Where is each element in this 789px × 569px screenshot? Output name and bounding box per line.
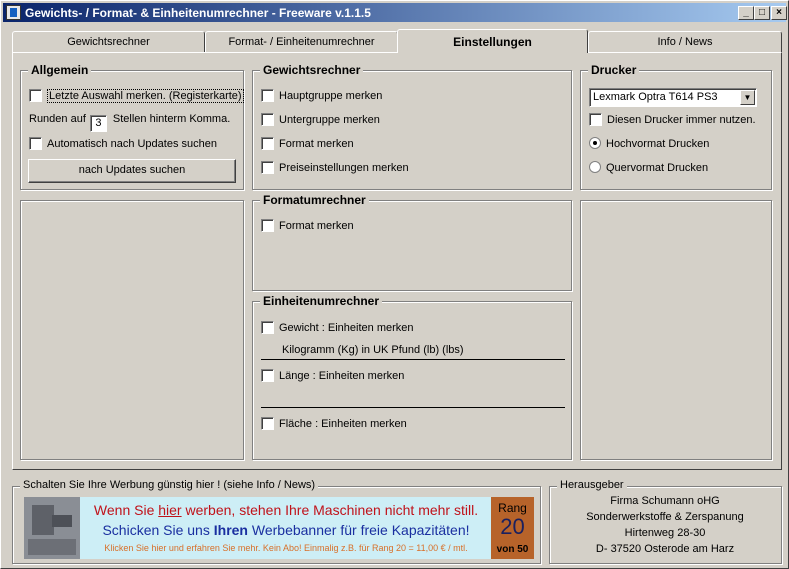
checkbox-box[interactable] <box>29 137 42 150</box>
weight-units-text: Kilogramm (Kg) in UK Pfund (lb) (lbs) <box>282 344 464 356</box>
checkbox-box[interactable] <box>261 369 274 382</box>
group-title: Allgemein <box>28 63 92 77</box>
ad-text: Schicken Sie uns <box>102 522 214 538</box>
group-title: Drucker <box>588 63 640 77</box>
tab-gewichtsrechner[interactable]: Gewichtsrechner <box>12 31 205 53</box>
remember-tab-checkbox[interactable]: Letzte Auswahl merken. (Registerkarte) <box>29 89 244 103</box>
checkbox-label: Untergruppe merken <box>279 114 380 126</box>
portrait-radio[interactable]: Hochvormat Drucken <box>589 137 709 150</box>
checkbox-box[interactable] <box>261 219 274 232</box>
always-use-printer-checkbox[interactable]: Diesen Drucker immer nutzen. <box>589 113 756 126</box>
auto-update-checkbox[interactable]: Automatisch nach Updates suchen <box>29 137 217 150</box>
rank-value: 20 <box>500 514 525 539</box>
divider <box>261 359 565 360</box>
radio-label: Hochvormat Drucken <box>606 138 710 150</box>
divider <box>261 407 565 408</box>
ad-line-3: Klicken Sie hier und erfahren Sie mehr. … <box>104 543 468 553</box>
app-icon[interactable] <box>6 5 21 20</box>
ad-line-1: Wenn Sie hier werben, stehen Ihre Maschi… <box>81 502 491 518</box>
ad-text: Werbebanner für freie Kapazitäten! <box>247 522 470 538</box>
tab-format-einheitenumrechner[interactable]: Format- / Einheitenumrechner <box>205 31 398 53</box>
publisher-group-title: Herausgeber <box>557 479 627 491</box>
tab-info-news[interactable]: Info / News <box>588 31 782 53</box>
radio-button[interactable] <box>589 161 601 173</box>
checkbox-label: Preiseinstellungen merken <box>279 162 409 174</box>
machine-part <box>52 515 72 527</box>
checkbox-label: Fläche : Einheiten merken <box>279 418 407 430</box>
ad-banner[interactable]: Wenn Sie hier werben, stehen Ihre Maschi… <box>24 497 534 559</box>
checkbox-label: Format merken <box>279 220 354 232</box>
chevron-down-icon[interactable]: ▼ <box>740 90 755 105</box>
checkbox-box[interactable] <box>261 89 274 102</box>
application-window: Gewichts- / Format- & Einheitenumrechner… <box>0 0 789 569</box>
radio-button[interactable] <box>589 137 601 149</box>
checkbox-label: Länge : Einheiten merken <box>279 370 405 382</box>
remember-length-units-checkbox[interactable]: Länge : Einheiten merken <box>261 369 404 382</box>
checkbox-box[interactable] <box>261 161 274 174</box>
printer-selected-value: Lexmark Optra T614 PS3 <box>593 91 718 103</box>
remember-price-settings-checkbox[interactable]: Preiseinstellungen merken <box>261 161 409 174</box>
checkbox-box[interactable] <box>261 417 274 430</box>
group-title: Formatumrechner <box>260 193 369 207</box>
minimize-button[interactable]: _ <box>738 6 754 20</box>
group-einheitenumrechner: Einheitenumrechner Gewicht : Einheiten m… <box>252 294 572 460</box>
publisher-line: Hirtenweg 28-30 <box>624 527 706 539</box>
printer-select[interactable]: Lexmark Optra T614 PS3 ▼ <box>589 88 757 107</box>
remember-weight-units-checkbox[interactable]: Gewicht : Einheiten merken <box>261 321 414 334</box>
rank-badge: Rang 20 von 50 <box>491 497 534 559</box>
group-title: Gewichtsrechner <box>260 63 364 77</box>
rounding-suffix: Stellen hinterm Komma. <box>112 113 231 125</box>
empty-right-box <box>580 200 772 460</box>
checkbox-label: Hauptgruppe merken <box>279 90 383 102</box>
remember-sub-group-checkbox[interactable]: Untergruppe merken <box>261 113 380 126</box>
maximize-button[interactable]: □ <box>754 6 770 20</box>
checkbox-label: Format merken <box>279 138 354 150</box>
title-bar[interactable]: Gewichts- / Format- & Einheitenumrechner… <box>3 3 787 22</box>
ad-group-title: Schalten Sie Ihre Werbung günstig hier !… <box>20 479 319 491</box>
checkbox-box[interactable] <box>589 113 602 126</box>
checkbox-box[interactable] <box>261 321 274 334</box>
publisher-line: D- 37520 Osterode am Harz <box>595 543 735 555</box>
remember-format-converter-checkbox[interactable]: Format merken <box>261 219 354 232</box>
machine-part <box>28 539 76 555</box>
publisher-line: Firma Schumann oHG <box>610 495 720 507</box>
remember-area-units-checkbox[interactable]: Fläche : Einheiten merken <box>261 417 407 430</box>
checkbox-label: Gewicht : Einheiten merken <box>279 322 414 334</box>
rank-label: Rang <box>498 501 527 515</box>
ad-text-bold: Ihren <box>213 522 248 538</box>
check-updates-button[interactable]: nach Updates suchen <box>28 159 236 183</box>
landscape-radio[interactable]: Quervormat Drucken <box>589 161 708 174</box>
checkbox-box[interactable] <box>29 89 42 102</box>
rounding-prefix: Runden auf <box>29 113 86 125</box>
tab-bar: Gewichtsrechner Format- / Einheitenumrec… <box>12 29 782 53</box>
machine-part <box>32 505 54 535</box>
checkbox-box[interactable] <box>261 137 274 150</box>
remember-main-group-checkbox[interactable]: Hauptgruppe merken <box>261 89 382 102</box>
tab-einstellungen[interactable]: Einstellungen <box>397 29 588 53</box>
publisher-line: Sonderwerkstoffe & Zerspanung <box>586 511 744 523</box>
rounding-input[interactable]: 3 <box>89 115 107 132</box>
group-drucker: Drucker Lexmark Optra T614 PS3 ▼ Diesen … <box>580 63 772 190</box>
group-formatumrechner: Formatumrechner Format merken <box>252 193 572 291</box>
close-button[interactable]: × <box>771 6 787 20</box>
empty-left-box <box>20 200 244 460</box>
rounding-setting: Runden auf 3 Stellen hinterm Komma. <box>29 113 230 132</box>
machine-image <box>24 497 80 559</box>
group-gewichtsrechner: Gewichtsrechner Hauptgruppe merken Unter… <box>252 63 572 190</box>
checkbox-box[interactable] <box>261 113 274 126</box>
group-allgemein: Allgemein Letzte Auswahl merken. (Regist… <box>20 63 244 190</box>
checkbox-label: Automatisch nach Updates suchen <box>47 138 217 150</box>
checkbox-label: Diesen Drucker immer nutzen. <box>607 114 756 126</box>
ad-text: werben, stehen Ihre Maschinen nicht mehr… <box>181 502 479 518</box>
remember-format-checkbox[interactable]: Format merken <box>261 137 354 150</box>
ad-text: Wenn Sie <box>93 502 159 518</box>
rank-of: von 50 <box>496 544 529 555</box>
radio-label: Quervormat Drucken <box>606 162 709 174</box>
checkbox-label: Letzte Auswahl merken. (Registerkarte) <box>47 89 244 103</box>
group-title: Einheitenumrechner <box>260 294 383 308</box>
ad-link[interactable]: hier <box>158 502 181 518</box>
ad-line-2: Schicken Sie uns Ihren Werbebanner für f… <box>81 522 491 538</box>
window-title: Gewichts- / Format- & Einheitenumrechner… <box>25 6 371 20</box>
